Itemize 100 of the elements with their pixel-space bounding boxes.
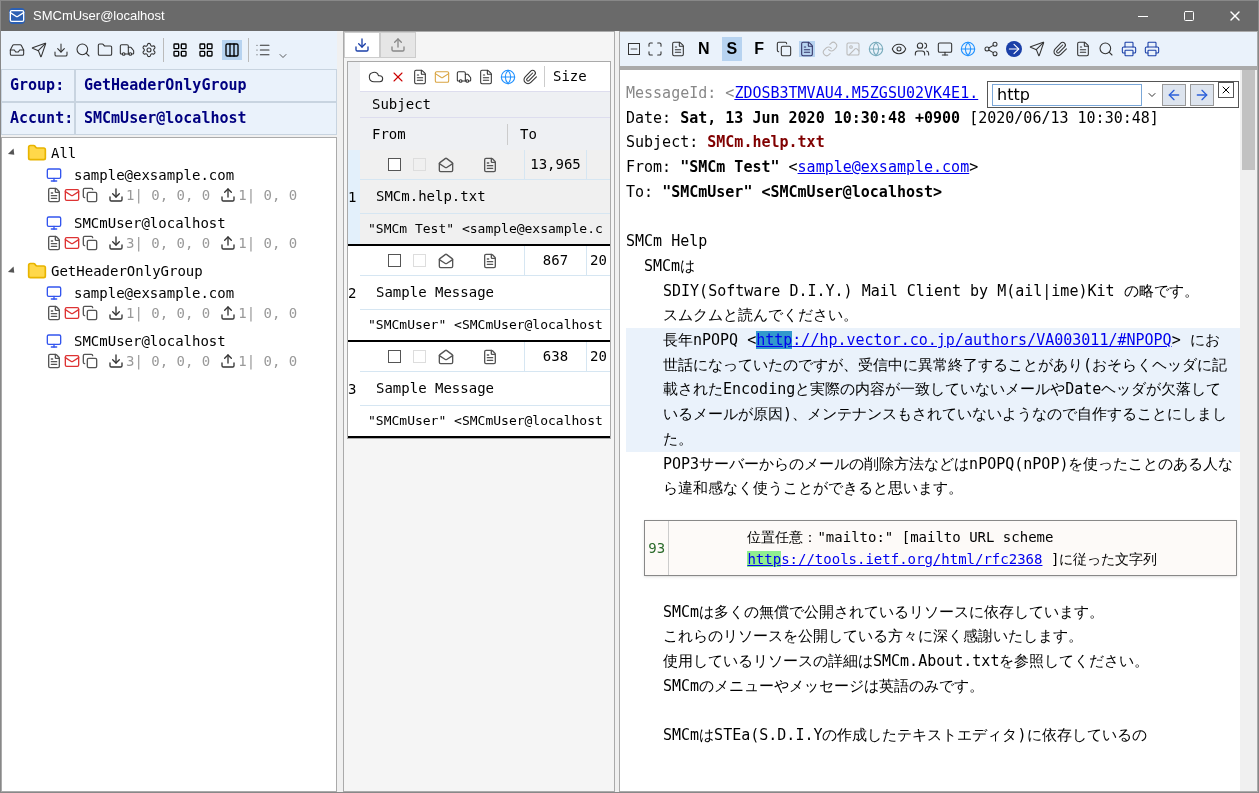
account-icon <box>46 285 62 301</box>
tree-item[interactable]: sample@exsample.com <box>74 282 235 304</box>
copy-icon <box>82 305 98 321</box>
collapse-icon[interactable] <box>628 43 640 55</box>
document-icon[interactable] <box>1075 41 1091 57</box>
upload-icon <box>220 305 237 321</box>
truck-icon[interactable] <box>456 68 472 85</box>
column-header[interactable]: Subject <box>360 92 610 118</box>
received-count: 1| 0, 0, 0 <box>126 185 211 206</box>
envelope-icon <box>64 305 80 321</box>
users-icon[interactable] <box>914 41 930 57</box>
message-row[interactable]: 1 13,965 SMCm.help.txt "SMCm Test" <sample@exsample.c <box>348 150 610 246</box>
layout-button[interactable] <box>170 40 190 60</box>
list-icon[interactable] <box>255 42 271 58</box>
search-icon[interactable] <box>75 42 91 58</box>
document-icon[interactable] <box>670 41 686 57</box>
view-mode-button[interactable]: S <box>721 37 743 61</box>
document-icon[interactable] <box>412 68 428 85</box>
checkbox[interactable] <box>388 350 401 363</box>
find-field[interactable]: http <box>992 83 1142 106</box>
view-icon[interactable] <box>891 41 907 57</box>
date-cell: 20 <box>586 342 610 371</box>
close-button[interactable] <box>1218 82 1234 98</box>
column-header[interactable]: Size <box>544 66 599 87</box>
globe-icon[interactable] <box>960 41 976 57</box>
checkbox[interactable] <box>388 254 401 267</box>
column-header[interactable]: To <box>508 123 537 145</box>
checkbox[interactable] <box>388 158 401 171</box>
document-icon <box>46 235 62 251</box>
truck-icon[interactable] <box>119 42 135 58</box>
field-label: Accunt: <box>2 103 76 134</box>
header-line: Date: Sat, 13 Jun 2020 10:30:48 +0900 [2020/06/13 10:30:48] <box>626 107 1159 129</box>
columns-icon <box>224 42 240 58</box>
message-row[interactable]: 3 638 20 Sample Message "SMCmUser" <SMCmUser@localhost <box>348 342 610 438</box>
document-icon[interactable] <box>799 41 815 57</box>
from-cell-text: "SMCmUser" <SMCmUser@localhost <box>368 412 603 431</box>
printer-icon[interactable] <box>1121 41 1137 57</box>
header-line: To: "SMCmUser" <SMCmUser@localhost> <box>626 181 943 203</box>
minimize-icon <box>1138 15 1148 17</box>
mailbox-tab[interactable] <box>344 32 380 58</box>
layout-button[interactable] <box>222 40 242 60</box>
paperclip-icon[interactable] <box>522 68 538 85</box>
message-row[interactable]: 2 867 20 Sample Message "SMCmUser" <SMCmUser@localhost <box>348 246 610 342</box>
settings-icon[interactable] <box>141 42 157 58</box>
download-icon <box>354 37 370 53</box>
grid-icon <box>172 42 188 58</box>
sent-count: 1| 0, 0 <box>238 351 298 372</box>
paragraph: これらのリソースを公開している方々に深く感謝いたします。 <box>663 626 1084 648</box>
tree-item[interactable]: GetHeaderOnlyGroup <box>51 260 203 282</box>
send-mail-icon[interactable] <box>31 42 47 58</box>
paragraph: SMCmは多くの無償で公開されているリソースに依存しています。 <box>663 601 1106 623</box>
column-header[interactable]: From <box>360 123 508 145</box>
subject-cell: Sample Message <box>360 372 610 406</box>
field-value: GetHeaderOnlyGroup <box>83 75 248 97</box>
layout-button[interactable] <box>196 40 216 60</box>
document-icon <box>46 353 62 369</box>
sent-count: 1| 0, 0 <box>238 233 298 254</box>
next-button[interactable] <box>1190 83 1214 106</box>
view-mode-button[interactable]: N <box>693 37 715 61</box>
search-icon[interactable] <box>1098 41 1114 57</box>
download-icon[interactable] <box>53 42 69 58</box>
document-icon <box>482 156 498 173</box>
previous-button[interactable] <box>1162 83 1186 106</box>
fit-icon[interactable] <box>647 41 663 57</box>
link[interactable]: s://tools.ietf.org/ <box>781 551 942 567</box>
link[interactable]: sample@exsample.com <box>797 158 970 177</box>
link[interactable]: ZDOSB3TMVAU4.M5ZGSU02VK4E1. <box>734 84 979 102</box>
paperclip-icon[interactable] <box>1052 41 1068 57</box>
send-mail-icon[interactable] <box>1029 41 1045 57</box>
folder-icon[interactable] <box>97 42 113 58</box>
globe-icon[interactable] <box>500 68 516 85</box>
download-icon <box>108 187 124 203</box>
upload-icon <box>390 37 406 53</box>
date-cell: 20 <box>586 246 610 275</box>
paragraph: SMCmは <box>644 255 697 277</box>
paragraph: SMCmのメニューやメッセージは英語のみです。 <box>663 675 986 697</box>
copy-icon <box>82 187 98 203</box>
tree-item[interactable]: sample@exsample.com <box>74 164 235 186</box>
arrow-right-icon[interactable] <box>1006 41 1022 57</box>
tree-item[interactable]: SMCmUser@localhost <box>74 330 226 352</box>
tree-item[interactable]: SMCmUser@localhost <box>74 212 226 234</box>
link[interactable]: html/rfc2368 <box>941 551 1043 567</box>
envelope-icon <box>64 235 80 251</box>
share-icon[interactable] <box>983 41 999 57</box>
view-mode-button[interactable]: F <box>749 37 769 61</box>
header-line: From: "SMCm Test" <sample@exsample.com> <box>626 157 979 179</box>
document-icon[interactable] <box>478 68 494 85</box>
link[interactable]: ://hp.vector.co.jp/authors/VA003011/#NPOPQ <box>792 331 1172 349</box>
copy-icon[interactable] <box>776 41 792 57</box>
account-icon <box>46 215 62 231</box>
paragraph: 長年nPOPQ <http://hp.vector.co.jp/authors/VA003011/#NPOPQ> にお世話になっていたのですが、受信中に異常終了することがあり(おそらくヘッダに記載されたEncodingと実際の内容が一致していないメールやDateヘッダが欠落しているメールが原因)、メンテナンスもされていないようなので自作することにしました。 <box>663 330 1229 450</box>
receive-mail-icon[interactable] <box>9 42 25 58</box>
window-icon[interactable] <box>937 41 953 57</box>
size-cell: 13,965 <box>524 150 586 179</box>
printer-icon[interactable] <box>1144 41 1160 57</box>
upload-icon <box>220 235 237 251</box>
paragraph: POP3サーバーからのメールの削除方法などはnPOPQ(nPOP)を使ったことのある人なら違和感なく使うことができると思います。 <box>663 453 1234 500</box>
link[interactable]: http <box>747 551 782 567</box>
tree-item[interactable]: All <box>51 142 77 164</box>
copy-icon <box>82 353 98 369</box>
